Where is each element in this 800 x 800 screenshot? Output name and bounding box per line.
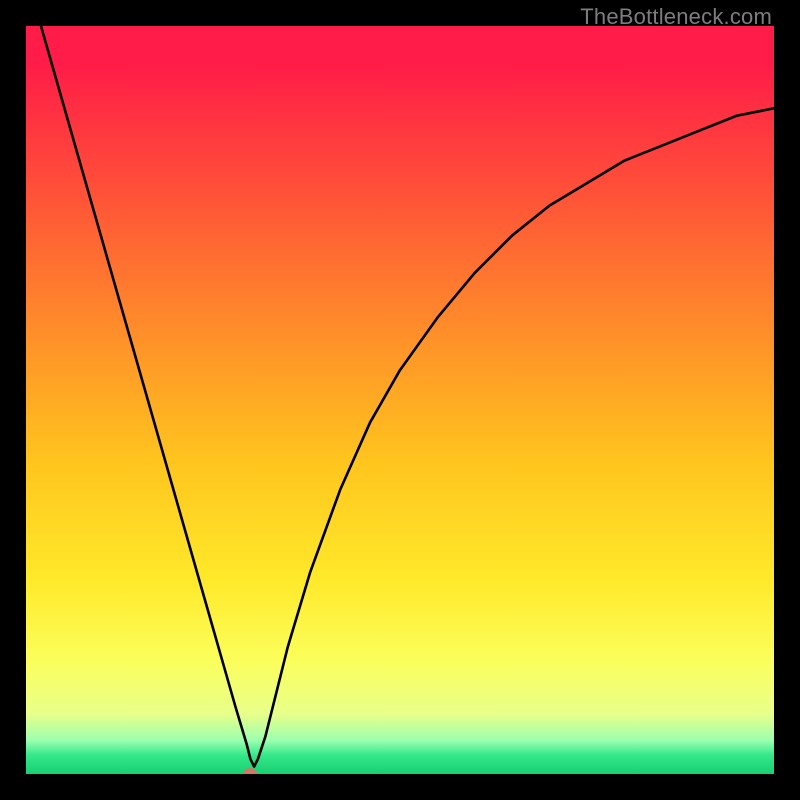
chart-frame: TheBottleneck.com xyxy=(0,0,800,800)
watermark-text: TheBottleneck.com xyxy=(580,4,772,30)
bottleneck-curve xyxy=(26,26,774,774)
plot-area xyxy=(26,26,774,774)
optimal-point-marker xyxy=(243,768,257,774)
